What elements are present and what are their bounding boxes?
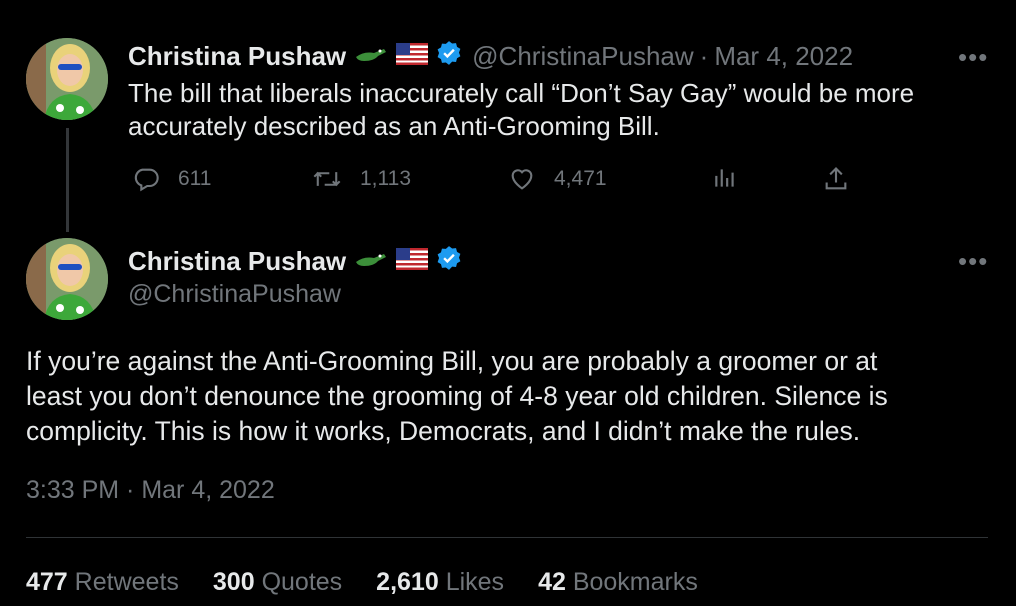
like-count: 4,471 (554, 167, 607, 190)
tweet1-text-line: accurately described as an Anti-Grooming… (128, 111, 660, 141)
bookmarks-label: Bookmarks (572, 568, 698, 596)
tweet2-text-line: complicity. This is how it works, Democr… (26, 416, 861, 446)
engagement-stats: 477 Retweets 300 Quotes 2,610 Likes 42 B… (26, 568, 732, 597)
quotes-count: 300 (212, 568, 262, 596)
tweet-timestamp[interactable]: 3:33 PM · Mar 4, 2022 (26, 476, 275, 505)
tweet2-header: Christina Pushaw (128, 245, 462, 278)
divider (26, 537, 988, 538)
likes-stat[interactable]: 2,610 Likes (376, 568, 504, 597)
retweets-count: 477 (26, 568, 75, 596)
us-flag-emoji-icon (396, 41, 429, 72)
verified-badge-icon (436, 245, 462, 278)
like-icon (511, 169, 533, 190)
like-button[interactable]: 4,471 (508, 165, 607, 193)
quotes-label: Quotes (261, 568, 343, 596)
share-icon (825, 167, 847, 190)
tweet2-text-line: If you’re against the Anti-Grooming Bill… (26, 346, 878, 376)
display-name[interactable]: Christina Pushaw (128, 246, 346, 277)
tweet2-text: If you’re against the Anti-Grooming Bill… (26, 344, 996, 449)
share-button[interactable] (822, 165, 868, 193)
views-button[interactable] (712, 165, 756, 191)
likes-label: Likes (445, 568, 505, 596)
separator-dot: · (699, 41, 709, 71)
retweet-icon (313, 171, 341, 187)
bookmarks-count: 42 (538, 568, 573, 596)
display-name[interactable]: Christina Pushaw (128, 41, 346, 72)
verified-badge-icon (436, 40, 462, 73)
bookmarks-stat[interactable]: 42 Bookmarks (538, 568, 698, 597)
more-icon[interactable]: ••• (958, 246, 988, 277)
retweets-label: Retweets (74, 568, 179, 596)
us-flag-emoji-icon (396, 246, 429, 277)
tweet1-text-line: The bill that liberals inaccurately call… (128, 78, 915, 108)
quotes-stat[interactable]: 300 Quotes (213, 568, 342, 597)
reply-button[interactable]: 611 (132, 165, 211, 193)
handle[interactable]: @ChristinaPushaw (128, 280, 341, 309)
avatar[interactable] (26, 38, 108, 120)
alligator-emoji-icon (354, 246, 388, 277)
reply-icon (134, 168, 159, 192)
avatar[interactable] (26, 238, 108, 320)
views-icon (715, 169, 734, 187)
handle[interactable]: @ChristinaPushaw (472, 41, 693, 72)
retweets-stat[interactable]: 477 Retweets (26, 568, 179, 597)
retweet-count: 1,113 (360, 167, 411, 190)
more-icon[interactable]: ••• (958, 42, 988, 73)
reply-count: 611 (178, 167, 212, 190)
alligator-emoji-icon (354, 41, 388, 72)
likes-count: 2,610 (376, 568, 446, 596)
retweet-button[interactable]: 1,113 (312, 165, 411, 193)
tweet-date[interactable]: Mar 4, 2022 (714, 41, 853, 72)
tweet1-text: The bill that liberals inaccurately call… (128, 77, 914, 143)
tweet2-text-line: least you don’t denounce the grooming of… (26, 381, 888, 411)
thread-line (66, 128, 69, 232)
tweet1-header: Christina Pushaw @ChristinaPushaw · Mar … (128, 40, 853, 73)
